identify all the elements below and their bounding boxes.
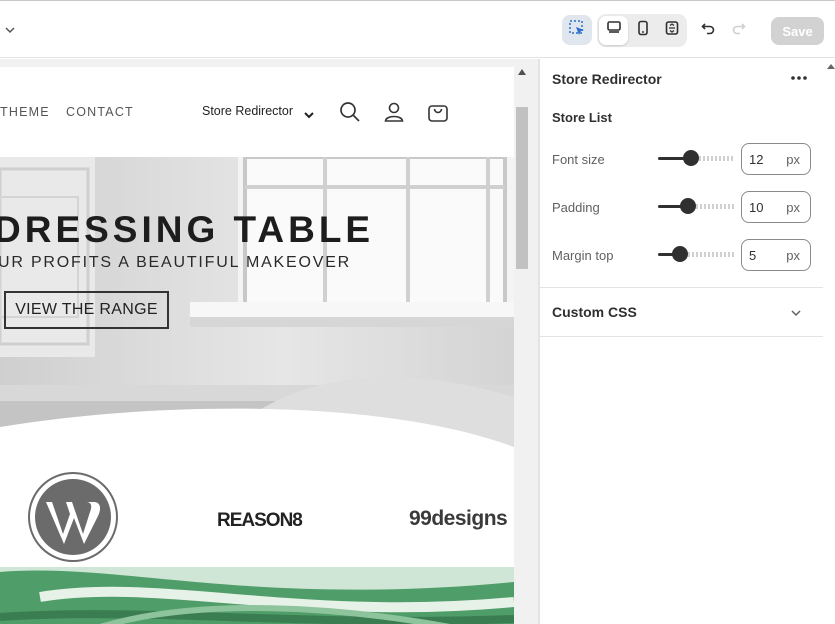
custom-css-toggle[interactable]: Custom CSS xyxy=(552,304,637,320)
hero-title: DRESSING TABLE xyxy=(0,209,375,250)
slider-knob[interactable] xyxy=(679,198,696,214)
wordpress-logo xyxy=(28,472,118,562)
undo-icon xyxy=(700,20,716,41)
store-redirector-select[interactable]: Store Redirector xyxy=(202,104,293,118)
mobile-icon xyxy=(635,20,651,41)
padding-slider[interactable] xyxy=(658,198,734,214)
padding-unit: px xyxy=(786,200,800,215)
undo-button[interactable] xyxy=(693,15,723,45)
editor-topbar: Save xyxy=(0,0,835,58)
scroll-up-arrow-icon[interactable] xyxy=(518,69,526,75)
margin-top-label: Margin top xyxy=(552,248,614,263)
slider-track xyxy=(699,156,734,161)
font-size-label: Font size xyxy=(552,152,605,167)
hero-banner: DRESSING TABLE UR PROFITS A BEAUTIFUL MA… xyxy=(0,157,514,467)
green-feature-image xyxy=(0,567,514,624)
font-size-unit: px xyxy=(786,152,800,167)
margin-top-value[interactable]: 5 xyxy=(749,248,756,263)
account-icon[interactable] xyxy=(382,100,406,124)
desktop-icon xyxy=(606,20,622,41)
margin-top-unit: px xyxy=(786,248,800,263)
slider-track xyxy=(688,252,734,257)
font-size-input[interactable]: 12 px xyxy=(741,143,811,175)
chevron-down-icon[interactable] xyxy=(789,306,803,320)
store-header: THEME CONTACT Store Redirector xyxy=(0,67,514,157)
padding-label: Padding xyxy=(552,200,600,215)
99designs-logo: 99designs xyxy=(409,507,508,530)
storefront-preview[interactable]: THEME CONTACT Store Redirector DRESSING … xyxy=(0,67,514,624)
section-title-store-list: Store List xyxy=(552,110,612,125)
fullwidth-view-button[interactable] xyxy=(657,16,686,45)
expand-vertical-icon xyxy=(664,20,680,41)
section-divider xyxy=(540,287,823,288)
redo-button[interactable] xyxy=(724,15,754,45)
save-button[interactable]: Save xyxy=(771,17,824,45)
chevron-down-icon xyxy=(303,107,315,119)
chevron-down-icon[interactable] xyxy=(3,23,17,37)
margin-top-input[interactable]: 5 px xyxy=(741,239,811,271)
scrollbar-thumb[interactable] xyxy=(516,107,528,269)
hero-subtitle: UR PROFITS A BEAUTIFUL MAKEOVER xyxy=(0,254,352,271)
logo-strip: REASON8 99designs xyxy=(0,467,514,567)
desktop-view-button[interactable] xyxy=(599,16,628,45)
margin-top-slider[interactable] xyxy=(658,246,734,262)
more-options-icon[interactable] xyxy=(790,69,808,87)
panel-scroll-up-arrow-icon[interactable] xyxy=(827,64,835,69)
section-divider xyxy=(540,336,823,337)
padding-input[interactable]: 10 px xyxy=(741,191,811,223)
mobile-view-button[interactable] xyxy=(628,16,657,45)
font-size-slider[interactable] xyxy=(658,150,734,166)
font-size-value[interactable]: 12 xyxy=(749,152,763,167)
cursor-select-icon xyxy=(568,19,586,42)
nav-link-theme[interactable]: THEME xyxy=(0,105,50,119)
padding-value[interactable]: 10 xyxy=(749,200,763,215)
cart-bag-icon[interactable] xyxy=(426,100,450,124)
reason8-logo: REASON8 xyxy=(217,510,303,531)
inspector-select-button[interactable] xyxy=(562,15,592,45)
slider-track xyxy=(695,204,734,209)
search-icon[interactable] xyxy=(338,100,362,124)
redo-icon xyxy=(731,20,747,41)
slider-knob[interactable] xyxy=(683,150,700,166)
view-range-button[interactable]: VIEW THE RANGE xyxy=(4,291,169,329)
nav-link-contact[interactable]: CONTACT xyxy=(66,105,134,119)
slider-knob[interactable] xyxy=(672,246,689,262)
settings-panel: Store Redirector Store List Font size 12… xyxy=(540,59,835,624)
preview-canvas: THEME CONTACT Store Redirector DRESSING … xyxy=(0,59,540,624)
preview-scrollbar[interactable] xyxy=(514,59,530,624)
panel-title: Store Redirector xyxy=(552,71,662,87)
